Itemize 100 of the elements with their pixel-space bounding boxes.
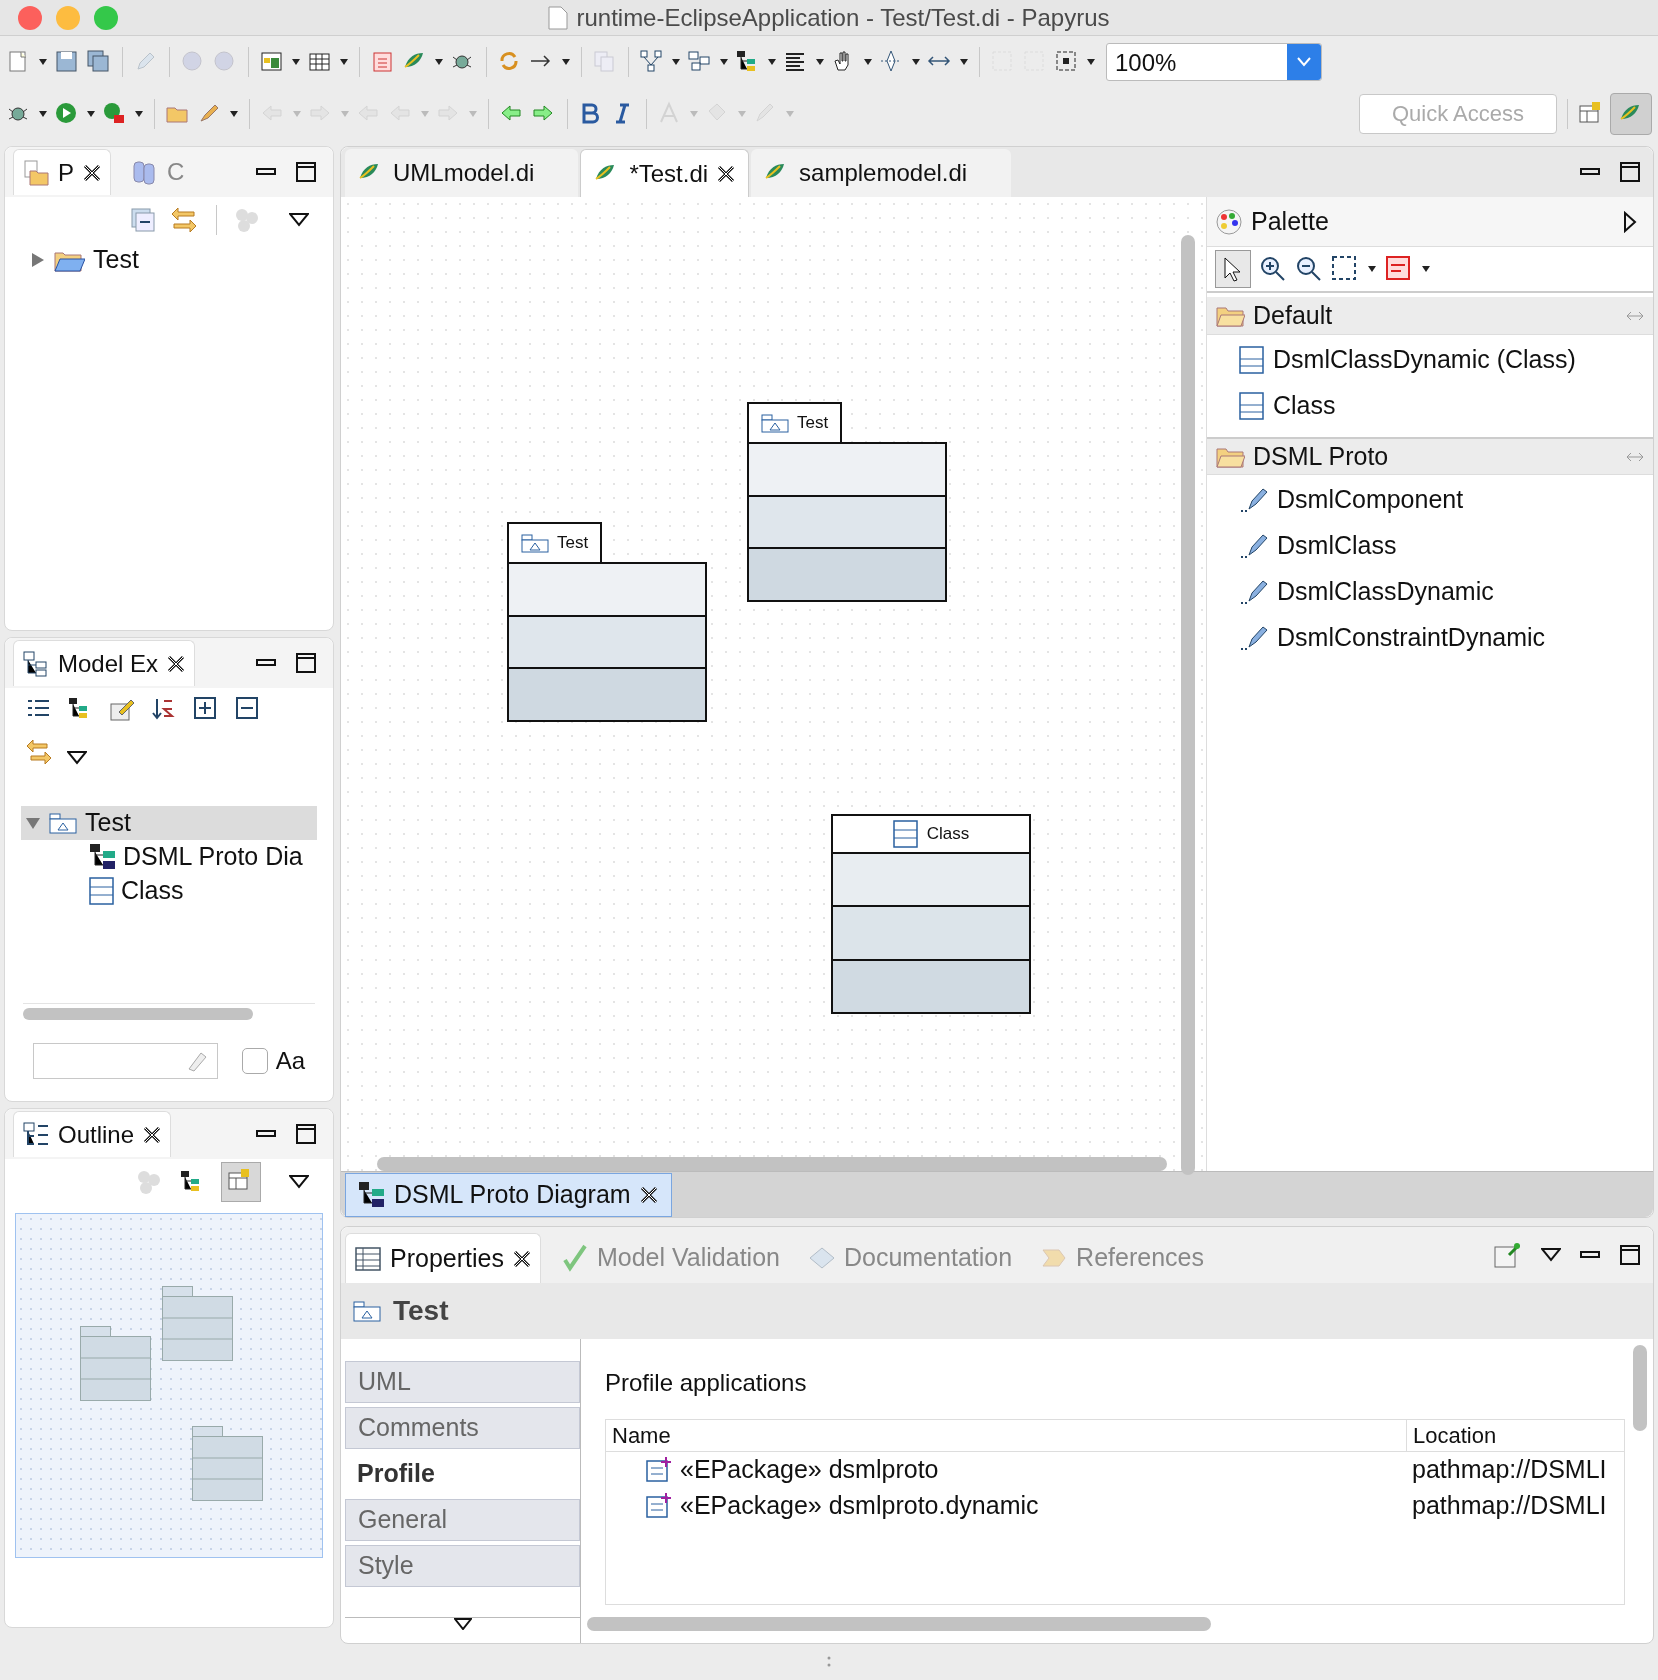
dropdown-caret-icon[interactable]	[911, 58, 921, 66]
marquee-icon[interactable]	[1331, 255, 1359, 283]
package-icon	[761, 413, 789, 433]
select-tool-button[interactable]	[1215, 250, 1251, 288]
maximize-icon[interactable]	[295, 1123, 317, 1145]
class-name: Class	[926, 823, 970, 846]
dropdown-caret-icon[interactable]	[339, 58, 349, 66]
element-title: Test	[393, 1294, 449, 1328]
expanded-triangle-icon[interactable]	[25, 815, 41, 831]
vertical-scrollbar-thumb[interactable]	[1633, 1345, 1647, 1431]
package-name: Test	[557, 532, 589, 555]
close-icon[interactable]	[166, 653, 187, 674]
table-cell-text: «EPackage» dsmlproto	[680, 1454, 939, 1486]
class-icon	[892, 820, 919, 848]
diagram-tab[interactable]: DSML Proto Diagram	[345, 1173, 672, 1217]
scroll-down-icon[interactable]	[453, 1618, 472, 1630]
zoom-combo[interactable]: 100%	[1106, 43, 1322, 81]
class-icon	[1239, 392, 1265, 420]
save-all-icon[interactable]	[86, 49, 112, 75]
dropdown-caret-icon[interactable]	[719, 58, 729, 66]
dropdown-caret-icon[interactable]	[959, 58, 969, 66]
filter-field[interactable]	[33, 1043, 218, 1079]
close-icon[interactable]	[511, 1248, 532, 1269]
dropdown-caret-icon[interactable]	[1086, 58, 1096, 66]
package-name: Test	[797, 412, 829, 435]
view-menu-icon[interactable]	[289, 213, 309, 227]
class-icon	[89, 877, 115, 905]
palette-item[interactable]: Class	[1207, 383, 1653, 429]
view-tab[interactable]: P	[13, 149, 111, 195]
editor-tab[interactable]: *Test.di	[580, 149, 750, 197]
maximize-icon[interactable]	[295, 652, 317, 674]
chevron-down-icon	[1297, 57, 1311, 67]
maximize-icon[interactable]	[295, 161, 317, 183]
scrollbar-thumb[interactable]	[23, 1008, 253, 1020]
dropdown-caret-icon[interactable]	[434, 58, 444, 66]
dropdown-caret-icon[interactable]	[671, 58, 681, 66]
dropdown-caret-icon[interactable]	[815, 58, 825, 66]
zoom-out-icon[interactable]	[1295, 255, 1323, 283]
collapsed-triangle-icon[interactable]	[29, 252, 45, 268]
editor-tab[interactable]: samplemodel.di	[751, 149, 1012, 197]
properties-icon	[354, 1244, 382, 1273]
section-heading: Profile applications	[605, 1368, 808, 1398]
dropdown-caret-icon[interactable]	[38, 58, 48, 66]
section-tab[interactable]: UML	[345, 1361, 580, 1403]
section-tab[interactable]: Comments	[345, 1407, 580, 1449]
maximize-icon[interactable]	[1619, 161, 1641, 183]
dropdown-caret-icon[interactable]	[561, 58, 571, 66]
close-icon[interactable]	[716, 163, 737, 184]
overview-button[interactable]	[221, 1162, 261, 1202]
dropdown-caret-icon[interactable]	[767, 58, 777, 66]
view-menu-icon[interactable]	[67, 751, 87, 765]
palette-item[interactable]: DsmlClassDynamic	[1207, 569, 1653, 615]
section-tab[interactable]: Style	[345, 1545, 580, 1587]
close-icon[interactable]	[82, 162, 102, 183]
section-tab[interactable]: General	[345, 1499, 580, 1541]
view-tab[interactable]: Model Ex	[13, 640, 196, 686]
view-tab[interactable]: Outline	[13, 1111, 172, 1157]
maximize-icon[interactable]	[1619, 1244, 1641, 1266]
horizontal-scrollbar-thumb[interactable]	[587, 1617, 1211, 1631]
collapse-all-icon[interactable]	[130, 207, 156, 233]
tree-item[interactable]: DSML Proto Dia	[21, 840, 317, 874]
dropdown-caret-icon[interactable]	[86, 110, 96, 118]
save-icon[interactable]	[54, 49, 80, 75]
palette-icon	[1215, 207, 1243, 236]
dropdown-caret-icon[interactable]	[291, 58, 301, 66]
dropdown-caret-icon[interactable]	[863, 58, 873, 66]
tree-item[interactable]: Class	[21, 874, 317, 908]
zoom-in-icon[interactable]	[1259, 255, 1287, 283]
palette-item[interactable]: DsmlClassDynamic (Class)	[1207, 337, 1653, 383]
horizontal-scrollbar-thumb[interactable]	[377, 1157, 1167, 1171]
collapse-palette-icon[interactable]	[1623, 210, 1637, 233]
quick-access-field[interactable]: Quick Access	[1359, 94, 1557, 134]
column-header[interactable]: Location	[1406, 1420, 1624, 1451]
palette-item[interactable]: DsmlComponent	[1207, 477, 1653, 523]
palette-drawer[interactable]: Default	[1207, 297, 1653, 335]
note-icon[interactable]	[1385, 255, 1413, 283]
package-icon	[353, 1300, 381, 1322]
dropdown-caret-icon[interactable]	[1421, 265, 1431, 273]
dropdown-caret-icon[interactable]	[38, 110, 48, 118]
column-header[interactable]: Name	[606, 1420, 1406, 1451]
view-tab[interactable]: Properties	[345, 1233, 541, 1283]
papyrus-perspective-button[interactable]	[1610, 93, 1652, 135]
dropdown-caret-icon[interactable]	[229, 110, 239, 118]
tree-item[interactable]: Test	[21, 806, 317, 840]
palette-item[interactable]: DsmlConstraintDynamic	[1207, 615, 1653, 661]
vertical-scrollbar-thumb[interactable]	[1181, 235, 1195, 1175]
close-icon[interactable]	[142, 1124, 163, 1145]
link-icon[interactable]	[25, 738, 53, 766]
case-checkbox[interactable]	[241, 1048, 268, 1074]
package-icon	[521, 533, 549, 553]
palette-drawer[interactable]: DSML Proto	[1207, 437, 1653, 475]
dropdown-caret-icon[interactable]	[134, 110, 144, 118]
editor-tab[interactable]: UMLmodel.di	[345, 149, 579, 197]
view-menu-icon[interactable]	[289, 1175, 309, 1189]
dropdown-caret-icon[interactable]	[1367, 265, 1377, 273]
palette-item[interactable]: DsmlClass	[1207, 523, 1653, 569]
view-menu-icon[interactable]	[1541, 1248, 1561, 1262]
tree-item[interactable]: Test	[93, 241, 139, 279]
close-icon[interactable]	[638, 1185, 659, 1205]
graph-layout-icon[interactable]	[639, 49, 665, 75]
